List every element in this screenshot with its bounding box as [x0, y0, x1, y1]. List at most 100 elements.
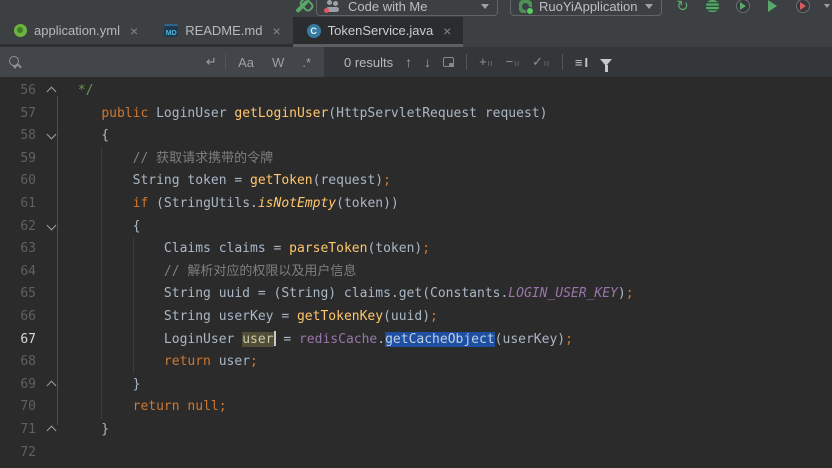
search-icon[interactable] — [8, 55, 19, 70]
code-text: } — [64, 419, 109, 442]
close-tab-icon[interactable]: × — [272, 23, 280, 39]
code-token: ; — [383, 173, 391, 189]
gutter-fold-column — [40, 283, 64, 306]
close-tab-icon[interactable]: × — [443, 23, 451, 39]
main-toolbar: Code with Me RuoYiApplication ↻ — [0, 0, 832, 17]
line-number[interactable]: 65 — [0, 283, 40, 306]
remove-occurrence-icon[interactable]: − II — [506, 55, 520, 68]
code-token: public — [101, 105, 149, 121]
open-in-find-window-icon[interactable] — [443, 57, 455, 67]
code-text: /** — [64, 464, 125, 468]
line-number[interactable] — [0, 464, 40, 468]
tab-tokenservice-java[interactable]: C TokenService.java × — [292, 17, 464, 47]
gutter-fold-column — [40, 374, 64, 397]
select-all-occurrences-icon[interactable]: ✓ II — [532, 55, 550, 68]
code-token: isNotEmpty — [257, 195, 337, 211]
code-token: (token)) — [336, 195, 399, 211]
code-with-me-dropdown[interactable]: Code with Me — [316, 0, 498, 16]
add-occurrence-icon[interactable]: + II — [479, 55, 493, 68]
code-token: LoginUser — [70, 331, 243, 347]
match-case-toggle[interactable]: Aa — [233, 55, 259, 70]
line-number[interactable]: 64 — [0, 261, 40, 284]
line-number[interactable]: 67 — [0, 329, 40, 352]
code-line: 59 // 获取请求携带的令牌 — [0, 148, 832, 171]
code-token: ) — [617, 286, 626, 302]
fold-marker-icon[interactable] — [46, 220, 57, 231]
spring-boot-run-config-icon — [519, 0, 534, 15]
debug-icon[interactable] — [704, 0, 722, 15]
code-editor[interactable]: 56 */57 public LoginUser getLoginUser(Ht… — [0, 77, 832, 468]
fold-marker-icon[interactable] — [46, 425, 57, 436]
gutter-fold-column — [40, 464, 64, 468]
code-token: */ — [70, 83, 94, 98]
tab-readme-md[interactable]: MD README.md × — [150, 17, 293, 47]
gutter-fold-column — [40, 306, 64, 329]
words-toggle[interactable]: W — [267, 55, 289, 70]
line-number[interactable]: 69 — [0, 374, 40, 397]
line-number[interactable]: 68 — [0, 351, 40, 374]
line-number[interactable]: 59 — [0, 148, 40, 171]
code-token: getCacheObject — [385, 331, 495, 347]
run-configuration-dropdown[interactable]: RuoYiApplication — [510, 0, 662, 16]
line-number[interactable]: 61 — [0, 193, 40, 216]
code-text: LoginUser user = redisCache.getCacheObje… — [64, 329, 573, 352]
code-line: 67 LoginUser user = redisCache.getCacheO… — [0, 329, 832, 352]
search-options-icon[interactable]: ≡ I — [575, 55, 588, 70]
code-token: (uuid) — [383, 308, 431, 324]
filter-icon[interactable] — [600, 58, 613, 72]
code-token: } — [70, 376, 141, 392]
code-token: if — [132, 195, 149, 211]
line-number[interactable]: 62 — [0, 216, 40, 239]
line-number[interactable]: 60 — [0, 170, 40, 193]
fold-marker-icon[interactable] — [46, 129, 57, 140]
previous-occurrence-icon[interactable]: ↑ — [405, 54, 412, 70]
run-with-coverage-icon[interactable] — [734, 0, 752, 15]
code-token: ; — [250, 354, 258, 370]
code-token: ; — [422, 241, 431, 257]
code-token: (request) — [312, 173, 384, 189]
search-input[interactable] — [21, 54, 198, 70]
line-number[interactable]: 70 — [0, 396, 40, 419]
separator — [561, 54, 563, 70]
code-token: (HttpServletRequest request) — [328, 105, 548, 121]
line-number[interactable]: 56 — [0, 80, 40, 103]
fold-marker-icon[interactable] — [46, 86, 57, 97]
run-icon[interactable] — [764, 0, 782, 15]
gutter-fold-column — [40, 103, 64, 126]
code-token: . — [377, 331, 386, 347]
line-number[interactable]: 58 — [0, 125, 40, 148]
line-number[interactable]: 57 — [0, 103, 40, 126]
chevron-down-icon — [644, 3, 653, 9]
code-token: ; — [430, 308, 438, 324]
profiler-chevron-icon[interactable] — [823, 4, 830, 8]
close-tab-icon[interactable]: × — [130, 23, 138, 39]
code-token: // 获取请求携带的令牌 — [132, 150, 274, 166]
gutter-fold-column — [40, 193, 64, 216]
wrench-icon[interactable] — [295, 0, 309, 13]
spring-config-icon — [14, 24, 27, 37]
code-token: Claims claims = — [70, 241, 290, 257]
gutter-fold-column — [40, 419, 64, 442]
code-token: ; — [625, 286, 634, 302]
line-number[interactable]: 66 — [0, 306, 40, 329]
line-number[interactable]: 72 — [0, 442, 40, 465]
fold-marker-icon[interactable] — [46, 380, 57, 391]
code-token: redisCache — [298, 331, 378, 347]
code-line: 71 } — [0, 419, 832, 442]
rerun-icon[interactable]: ↻ — [674, 0, 692, 15]
newline-icon[interactable]: ↵ — [206, 54, 217, 70]
tab-label: TokenService.java — [327, 23, 434, 38]
regex-toggle[interactable]: .* — [297, 55, 316, 70]
search-field[interactable]: ↵ Aa W .* — [0, 47, 324, 77]
tab-application-yml[interactable]: application.yml × — [0, 17, 151, 47]
gutter-fold-column — [40, 125, 64, 148]
find-bar: ↵ Aa W .* 0 results ↑ ↓ + II − II ✓ II ≡… — [0, 47, 832, 77]
profiler-icon[interactable] — [794, 0, 812, 15]
next-occurrence-icon[interactable]: ↓ — [424, 54, 431, 70]
line-number[interactable]: 71 — [0, 419, 40, 442]
line-number[interactable]: 63 — [0, 238, 40, 261]
